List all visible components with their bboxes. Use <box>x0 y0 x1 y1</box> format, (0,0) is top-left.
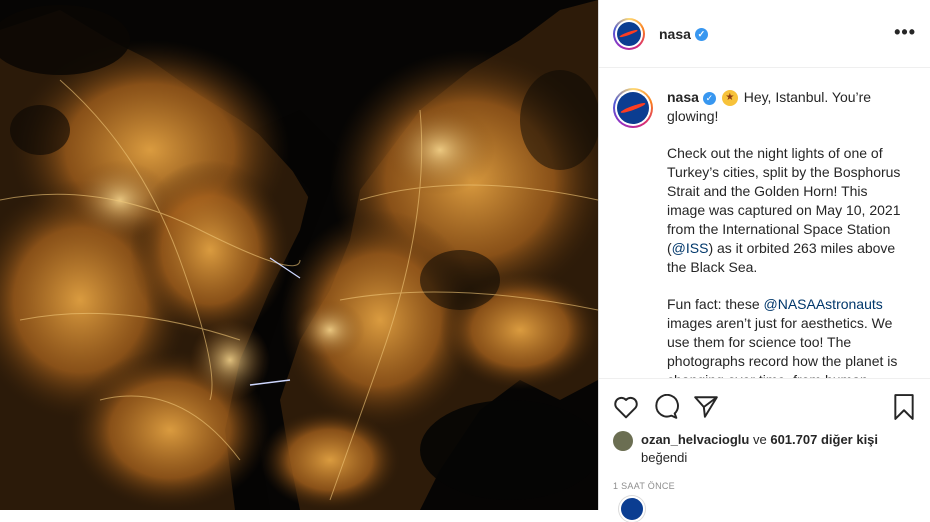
caption-paragraph-3-start: Fun fact: these <box>667 296 764 312</box>
share-icon[interactable] <box>693 394 719 420</box>
caption-avatar[interactable] <box>613 88 653 128</box>
likes-connector: ve <box>749 432 771 447</box>
caption-paragraph-3-end: images aren’t just for aesthetics. We us… <box>667 315 898 378</box>
verified-icon: ✓ <box>702 91 716 105</box>
nasa-avatar[interactable] <box>613 17 645 50</box>
save-bookmark-icon[interactable] <box>892 394 916 420</box>
istanbul-night-satellite-image <box>0 0 598 510</box>
nasa-logo-icon <box>617 21 641 46</box>
caption-username[interactable]: nasa <box>667 89 699 105</box>
likes-suffix: beğendi <box>641 450 688 465</box>
liker-avatar[interactable] <box>613 431 633 451</box>
comment-composer-avatar <box>619 496 645 522</box>
post-header: nasa ✓ ••• <box>599 0 930 68</box>
star-struck-emoji-icon: ★ <box>721 90 738 107</box>
mention-iss-link[interactable]: @ISS <box>672 240 709 256</box>
likes-summary: ozan_helvacioglu ve 601.707 diğer kişi b… <box>613 431 916 467</box>
header-username[interactable]: nasa ✓ <box>659 26 708 42</box>
nasa-logo-icon <box>617 92 649 124</box>
instagram-post: nasa ✓ ••• nasa ✓ ★ Hey, Istanbul. You’re … <box>0 0 930 522</box>
caption-text: nasa ✓ ★ Hey, Istanbul. You’re glowing! C… <box>667 88 903 378</box>
post-timestamp[interactable]: 1 SAAT ÖNCE <box>613 481 916 491</box>
post-sidebar: nasa ✓ ••• nasa ✓ ★ Hey, Istanbul. You’re … <box>598 0 930 522</box>
action-bar: ozan_helvacioglu ve 601.707 diğer kişi b… <box>599 378 930 522</box>
likes-count-link[interactable]: 601.707 diğer kişi <box>770 432 878 447</box>
verified-icon: ✓ <box>694 28 708 42</box>
comment-icon[interactable] <box>653 394 679 420</box>
mention-nasaastronauts-link[interactable]: @NASAAstronauts <box>764 296 883 312</box>
liker-username[interactable]: ozan_helvacioglu <box>641 432 749 447</box>
more-options-icon[interactable]: ••• <box>894 22 916 43</box>
caption-area: nasa ✓ ★ Hey, Istanbul. You’re glowing! C… <box>599 68 930 378</box>
like-heart-icon[interactable] <box>613 395 639 419</box>
post-image[interactable] <box>0 0 598 510</box>
